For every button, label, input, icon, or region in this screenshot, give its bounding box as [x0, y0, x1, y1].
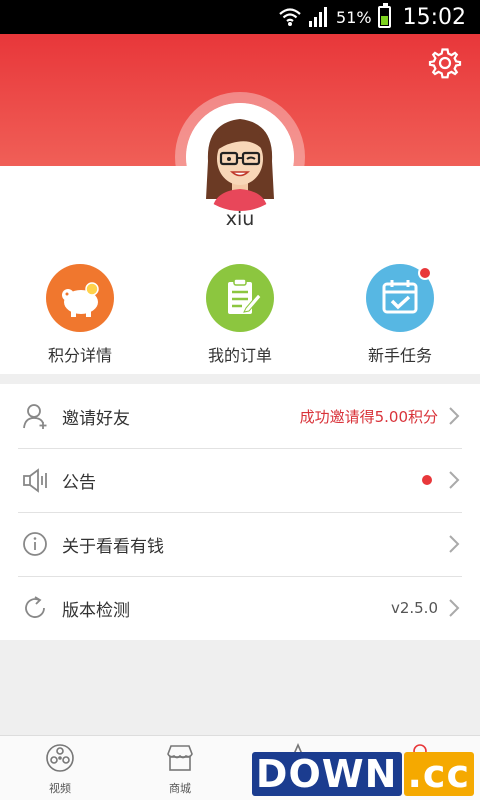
menu-item-label: 公告 [62, 472, 96, 493]
quick-action-label: 积分详情 [47, 346, 112, 365]
quick-action-tasks[interactable]: 新手任务 [320, 264, 480, 366]
chevron-right-icon [449, 599, 460, 617]
status-bar: 51% 15:02 [0, 0, 480, 34]
speaker-icon [20, 465, 50, 495]
battery-icon [377, 3, 391, 28]
store-icon [167, 745, 193, 771]
nav-store[interactable]: 商城 [120, 736, 240, 800]
avatar[interactable] [186, 103, 294, 211]
version-text: v2.5.0 [390, 599, 438, 617]
quick-action-orders[interactable]: 我的订单 [160, 264, 320, 366]
avatar-girl-icon [186, 103, 294, 211]
watermark-suffix: .cc [403, 752, 474, 796]
chevron-right-icon [449, 407, 460, 425]
chevron-right-icon [449, 535, 460, 553]
quick-action-label: 我的订单 [207, 346, 272, 365]
film-reel-icon [46, 744, 74, 772]
invite-reward-text: 成功邀请得5.00积分 [299, 407, 438, 426]
menu-item-invite[interactable]: 邀请好友 成功邀请得5.00积分 [0, 384, 480, 448]
watermark-logo: DOWN .cc [251, 752, 474, 796]
menu-item-announcement[interactable]: 公告 [0, 448, 480, 512]
menu-list: 邀请好友 成功邀请得5.00积分 公告 关于看看有钱 版本检测 v2.5.0 [0, 384, 480, 640]
watermark-main: DOWN [251, 752, 402, 796]
add-user-icon [20, 401, 50, 431]
clock: 15:02 [402, 4, 466, 30]
info-icon [20, 529, 50, 559]
nav-label: 商城 [169, 782, 191, 795]
task-badge-dot [418, 266, 432, 280]
menu-item-about[interactable]: 关于看看有钱 [0, 512, 480, 576]
nav-video[interactable]: 视频 [0, 736, 120, 800]
menu-item-label: 邀请好友 [62, 408, 130, 429]
quick-action-label: 新手任务 [367, 346, 432, 365]
piggy-bank-icon [46, 264, 114, 332]
username: xiu [225, 208, 255, 230]
menu-item-label: 关于看看有钱 [62, 536, 164, 557]
clipboard-icon [206, 264, 274, 332]
signal-icon [309, 7, 328, 27]
calendar-check-icon [366, 264, 434, 332]
menu-item-version-check[interactable]: 版本检测 v2.5.0 [0, 576, 480, 640]
unread-dot [422, 475, 432, 485]
menu-item-label: 版本检测 [62, 600, 130, 621]
quick-action-points[interactable]: 积分详情 [0, 264, 160, 366]
wifi-icon [279, 8, 301, 26]
refresh-icon [20, 593, 50, 623]
battery-fill [380, 15, 388, 25]
nav-label: 视频 [49, 782, 71, 795]
chevron-right-icon [449, 471, 460, 489]
battery-percent: 51% [336, 7, 372, 27]
